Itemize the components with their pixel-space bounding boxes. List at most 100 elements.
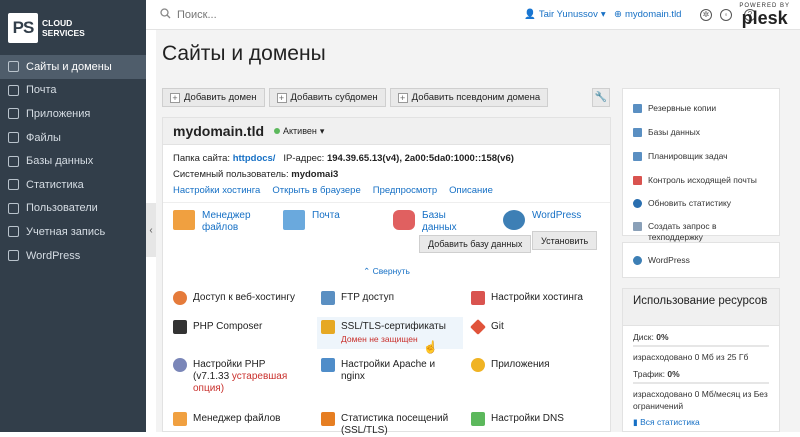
sidebar-item-2[interactable]: Приложения — [0, 102, 146, 126]
stats-icon — [8, 179, 19, 191]
tool-visit-stats[interactable]: Статистика посещений (SSL/TLS) — [321, 412, 451, 437]
tool-php-settings[interactable]: Настройки PHP (v7.1.33 устаревшая опция) — [173, 358, 288, 395]
tool-label: Настройки хостинга — [491, 292, 583, 303]
wordpress-app[interactable]: WordPress — [503, 210, 581, 230]
search-box[interactable] — [160, 8, 327, 22]
traffic-detail: израсходовано 0 Мб/месяц из Без ограниче… — [633, 389, 768, 411]
outgoing-mail-link[interactable]: Контроль исходящей почты — [633, 175, 757, 186]
tool-file-manager[interactable]: Менеджер файлов — [173, 412, 281, 426]
account-icon — [8, 226, 19, 238]
logo[interactable]: PS CLOUD SERVICES — [0, 0, 146, 55]
wordpress-link[interactable]: WordPress — [633, 255, 690, 266]
sidebar-item-label: WordPress — [26, 249, 81, 262]
domain-menu[interactable]: ⊕ mydomain.tld — [614, 9, 681, 20]
add-subdomain-button[interactable]: + Добавить субдомен — [268, 88, 386, 107]
sidebar-item-label: Статистика — [26, 178, 84, 191]
file-manager-label: Менеджер файлов — [202, 210, 251, 233]
user-menu[interactable]: 👤 Tair Yunussov ▾ — [524, 9, 606, 20]
sidebar-item-4[interactable]: Базы данных — [0, 149, 146, 173]
sidebar-item-8[interactable]: WordPress — [0, 244, 146, 268]
sidebar-item-3[interactable]: Файлы — [0, 126, 146, 150]
tool-webhosting-access[interactable]: Доступ к веб-хостингу — [173, 291, 295, 305]
plus-icon: + — [170, 92, 180, 103]
tool-label: Статистика посещений (SSL/TLS) — [341, 413, 449, 436]
databases-link[interactable]: Базы данных — [633, 127, 700, 138]
preview-link[interactable]: Предпросмотр — [373, 183, 437, 198]
database-icon — [8, 155, 19, 167]
tool-label: Менеджер файлов — [193, 413, 281, 424]
domain-links: Настройки хостинга Открыть в браузере Пр… — [163, 183, 610, 198]
refresh-icon — [633, 199, 642, 208]
tool-hosting-settings[interactable]: Настройки хостинга — [471, 291, 583, 305]
file-manager-app[interactable]: Менеджер файлов — [173, 210, 262, 234]
sidebar-item-0[interactable]: Сайты и домены — [0, 55, 146, 79]
monitor-icon — [8, 61, 19, 73]
link-label: Резервные копии — [648, 103, 717, 113]
composer-icon — [173, 320, 187, 334]
logo-line-1: CLOUD — [42, 17, 73, 28]
status-badge[interactable]: Активен ▾ — [274, 126, 324, 137]
backups-link[interactable]: Резервные копии — [633, 103, 716, 114]
chevron-down-icon: ▾ — [319, 125, 325, 136]
pointer-cursor-icon: ☝ — [423, 340, 438, 354]
hosting-settings-link[interactable]: Настройки хостинга — [173, 183, 260, 198]
databases-label: Базы данных — [422, 210, 457, 233]
mail-app[interactable]: Почта — [283, 210, 340, 230]
all-stats-link[interactable]: ▮ Вся статистика — [633, 416, 769, 428]
install-button[interactable]: Установить — [532, 231, 598, 250]
sidebar-item-6[interactable]: Пользователи — [0, 197, 146, 221]
tool-applications[interactable]: Приложения — [471, 358, 550, 372]
domain-title[interactable]: mydomain.tld — [173, 123, 264, 139]
hosting-settings-icon — [471, 291, 485, 305]
sidebar-item-5[interactable]: Статистика — [0, 173, 146, 197]
folder-link[interactable]: httpdocs/ — [233, 153, 276, 164]
sidebar-item-7[interactable]: Учетная запись — [0, 220, 146, 244]
lock-icon — [321, 320, 335, 334]
ip-value: 194.39.65.13(v4), 2a00:5da0:1000::158(v6… — [326, 153, 514, 164]
add-alias-label: Добавить псевдоним домена — [411, 92, 541, 103]
folder-label: Папка сайта: — [173, 153, 231, 164]
description-link[interactable]: Описание — [449, 183, 493, 198]
resource-usage-title: Использование ресурсов — [633, 295, 768, 307]
tool-ssl-certificates[interactable]: SSL/TLS-сертификаты Домен не защищен ☝ — [317, 317, 463, 353]
php-option: опция) — [193, 383, 225, 394]
search-input[interactable] — [177, 9, 327, 21]
tool-ftp-access[interactable]: FTP доступ — [321, 291, 394, 305]
databases-app[interactable]: Базы данных — [393, 210, 462, 234]
php-outdated: устаревшая — [231, 371, 288, 382]
tool-apache-nginx[interactable]: Настройки Apache и nginx — [321, 358, 451, 383]
mail-icon — [633, 176, 642, 185]
notifications-icon[interactable]: ◦ — [720, 9, 732, 21]
refresh-stats-link[interactable]: Обновить статистику — [633, 198, 731, 209]
open-in-browser-link[interactable]: Открыть в браузере — [272, 183, 360, 198]
extensions-icon[interactable]: ✲ — [700, 9, 712, 21]
tool-dns-settings[interactable]: Настройки DNS — [471, 412, 564, 426]
chevron-down-icon: ▾ — [600, 9, 606, 20]
database-icon — [393, 210, 415, 230]
php-version: (v7.1.33 — [193, 371, 232, 382]
scheduler-link[interactable]: Планировщик задач — [633, 151, 728, 162]
link-label: Обновить статистику — [648, 198, 732, 208]
add-alias-button[interactable]: + Добавить псевдоним домена — [389, 88, 549, 107]
sidebar-collapse-toggle[interactable]: ‹ — [146, 203, 156, 257]
all-stats-label: Вся статистика — [640, 417, 700, 427]
add-database-button[interactable]: Добавить базу данных — [419, 235, 532, 253]
main-content: Сайты и домены + Добавить домен + Добавить… — [156, 30, 800, 436]
add-subdomain-label: Добавить субдомен — [290, 92, 378, 103]
resource-usage-header: Использование ресурсов ⌃ — [623, 289, 779, 326]
tool-git[interactable]: Git — [470, 319, 504, 335]
collapse-icon[interactable]: ⌃ — [759, 295, 767, 308]
link-label: Базы данных — [648, 127, 701, 137]
link-label: WordPress — [648, 254, 690, 265]
traffic-bar — [633, 382, 769, 384]
gear-icon — [471, 358, 485, 372]
wordpress-icon — [8, 250, 19, 262]
tool-php-composer[interactable]: PHP Composer — [173, 320, 262, 334]
support-request-link[interactable]: Создать запрос в техподдержку — [633, 221, 763, 243]
wrench-icon[interactable]: 🔧 — [592, 88, 610, 107]
collapse-link[interactable]: ⌃ Свернуть — [163, 266, 610, 277]
add-domain-button[interactable]: + Добавить домен — [162, 88, 265, 107]
sidebar-item-1[interactable]: Почта — [0, 79, 146, 103]
globe-icon: ⊕ — [614, 9, 622, 20]
folder-icon — [173, 210, 195, 230]
